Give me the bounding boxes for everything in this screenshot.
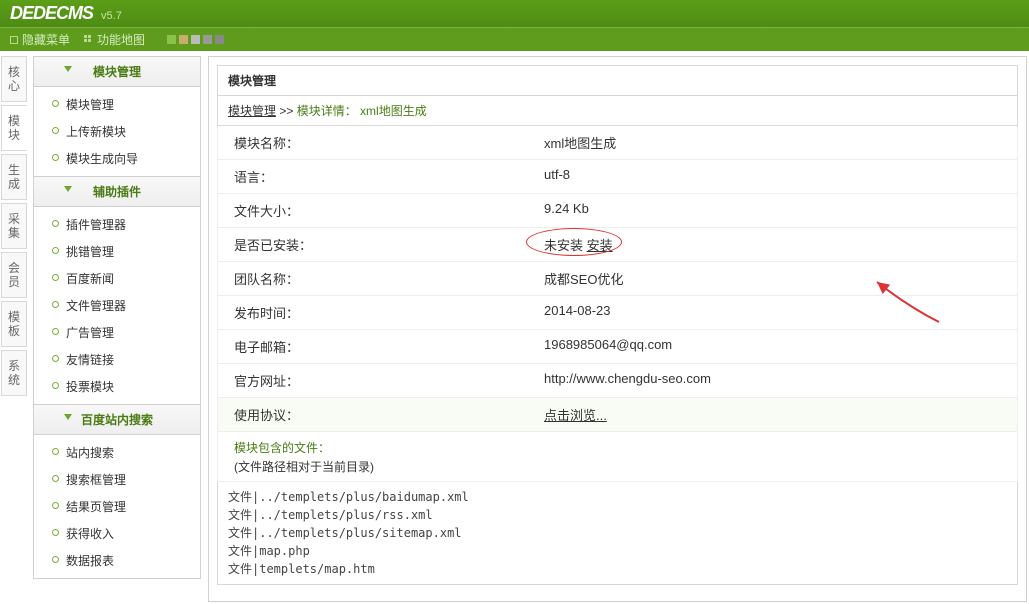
dot-grey1[interactable] <box>191 35 200 44</box>
file-entry: 文件|map.php <box>228 542 1007 560</box>
crumb-leaf: 模块详情： xml地图生成 <box>297 104 427 118</box>
hide-menu-link[interactable]: 隐藏菜单 <box>10 31 70 48</box>
left-tab-6[interactable]: 系 统 <box>1 350 27 396</box>
sidebar-item[interactable]: 友情链接 <box>34 346 200 373</box>
sidebar-item[interactable]: 模块生成向导 <box>34 145 200 172</box>
row-key: 使用协议： <box>218 398 538 431</box>
row-value: 2014-08-23 <box>538 296 1017 329</box>
left-tab-2[interactable]: 生 成 <box>1 154 27 200</box>
row-value: http://www.chengdu-seo.com <box>538 364 1017 397</box>
row-key: 电子邮箱： <box>218 330 538 363</box>
dot-grey2[interactable] <box>203 35 212 44</box>
sidebar-item[interactable]: 获得收入 <box>34 520 200 547</box>
row-value: 成都SEO优化 <box>538 262 1017 295</box>
file-entry: 文件|../templets/plus/rss.xml <box>228 506 1007 524</box>
sidebar-item[interactable]: 广告管理 <box>34 319 200 346</box>
breadcrumb: 模块管理 >> 模块详情： xml地图生成 <box>217 96 1018 126</box>
crumb-root[interactable]: 模块管理 <box>228 104 276 118</box>
dot-tan[interactable] <box>179 35 188 44</box>
row-key: 发布时间： <box>218 296 538 329</box>
chevron-down-icon <box>64 186 72 192</box>
dot-grey3[interactable] <box>215 35 224 44</box>
row-value: 未安装 安装 <box>538 228 1017 261</box>
sidebar-item[interactable]: 模块管理 <box>34 91 200 118</box>
sidebar-group-header[interactable]: 辅助插件 <box>34 176 200 207</box>
logo: DEDECMS v5.7 <box>10 3 122 24</box>
file-entry: 文件|templets/map.htm <box>228 560 1007 578</box>
row-value: 9.24 Kb <box>538 194 1017 227</box>
row-key: 是否已安装： <box>218 228 538 261</box>
file-entry: 文件|../templets/plus/baidumap.xml <box>228 488 1007 506</box>
sidebar-item[interactable]: 站内搜索 <box>34 439 200 466</box>
brand-text: DEDECMS <box>10 3 93 23</box>
sidebar-item[interactable]: 数据报表 <box>34 547 200 574</box>
install-status: 未安装 <box>544 238 587 253</box>
install-link[interactable]: 安装 <box>587 238 613 253</box>
sidebar-item[interactable]: 上传新模块 <box>34 118 200 145</box>
grid-icon <box>84 35 93 44</box>
menubar: 隐藏菜单 功能地图 <box>0 27 1029 51</box>
row-key: 团队名称： <box>218 262 538 295</box>
row-key: 模块名称： <box>218 126 538 159</box>
version-text: v5.7 <box>101 10 122 22</box>
row-key: 语言： <box>218 160 538 193</box>
table-row: 模块名称：xml地图生成 <box>218 126 1017 160</box>
table-row: 语言：utf-8 <box>218 160 1017 194</box>
main-panel: 模块管理 模块管理 >> 模块详情： xml地图生成 模块名称：xml地图生成语… <box>208 56 1027 602</box>
table-row: 是否已安装：未安装 安装 <box>218 228 1017 262</box>
table-row: 使用协议： 点击浏览... <box>218 398 1017 432</box>
files-label: 模块包含的文件： <box>217 432 1018 458</box>
files-sublabel: (文件路径相对于当前目录) <box>217 458 1018 482</box>
sidebar-item[interactable]: 挑错管理 <box>34 238 200 265</box>
func-map-label: 功能地图 <box>97 31 145 48</box>
file-list: 文件|../templets/plus/baidumap.xml文件|../te… <box>217 482 1018 585</box>
row-value: xml地图生成 <box>538 126 1017 159</box>
dot-green[interactable] <box>167 35 176 44</box>
left-tab-0[interactable]: 核 心 <box>1 56 27 102</box>
chevron-down-icon <box>64 414 72 420</box>
left-tabs: 核 心模 块生 成采 集会 员模 板系 统 <box>1 56 29 399</box>
sidebar-item[interactable]: 搜索框管理 <box>34 466 200 493</box>
func-map-link[interactable]: 功能地图 <box>84 31 145 48</box>
sidebar-group-title: 百度站内搜索 <box>81 413 153 427</box>
header: DEDECMS v5.7 <box>0 0 1029 27</box>
left-tab-1[interactable]: 模 块 <box>1 105 27 151</box>
sidebar-item[interactable]: 文件管理器 <box>34 292 200 319</box>
sidebar: 模块管理模块管理上传新模块模块生成向导辅助插件插件管理器挑错管理百度新闻文件管理… <box>33 56 201 579</box>
table-row: 发布时间：2014-08-23 <box>218 296 1017 330</box>
row-link[interactable]: 点击浏览... <box>544 408 607 423</box>
crumb-sep: >> <box>279 104 296 118</box>
table-row: 团队名称：成都SEO优化 <box>218 262 1017 296</box>
row-key: 官方网址： <box>218 364 538 397</box>
row-value: utf-8 <box>538 160 1017 193</box>
sidebar-group-header[interactable]: 模块管理 <box>34 56 200 87</box>
sidebar-group-title: 模块管理 <box>93 65 141 79</box>
sidebar-item[interactable]: 插件管理器 <box>34 211 200 238</box>
sidebar-item[interactable]: 结果页管理 <box>34 493 200 520</box>
theme-dots <box>167 35 224 44</box>
table-row: 官方网址：http://www.chengdu-seo.com <box>218 364 1017 398</box>
sidebar-item[interactable]: 百度新闻 <box>34 265 200 292</box>
square-icon <box>10 36 18 44</box>
row-value: 1968985064@qq.com <box>538 330 1017 363</box>
detail-table: 模块名称：xml地图生成语言：utf-8文件大小：9.24 Kb是否已安装：未安… <box>217 126 1018 432</box>
left-tab-4[interactable]: 会 员 <box>1 252 27 298</box>
main-header: 模块管理 模块管理 >> 模块详情： xml地图生成 <box>217 65 1018 126</box>
sidebar-item[interactable]: 投票模块 <box>34 373 200 400</box>
left-tab-3[interactable]: 采 集 <box>1 203 27 249</box>
hide-menu-label: 隐藏菜单 <box>22 31 70 48</box>
chevron-down-icon <box>64 66 72 72</box>
page-title: 模块管理 <box>217 65 1018 96</box>
row-key: 文件大小： <box>218 194 538 227</box>
file-entry: 文件|../templets/plus/sitemap.xml <box>228 524 1007 542</box>
sidebar-group-title: 辅助插件 <box>93 185 141 199</box>
table-row: 电子邮箱：1968985064@qq.com <box>218 330 1017 364</box>
table-row: 文件大小：9.24 Kb <box>218 194 1017 228</box>
row-value: 点击浏览... <box>538 398 1017 431</box>
sidebar-group-header[interactable]: 百度站内搜索 <box>34 404 200 435</box>
left-tab-5[interactable]: 模 板 <box>1 301 27 347</box>
